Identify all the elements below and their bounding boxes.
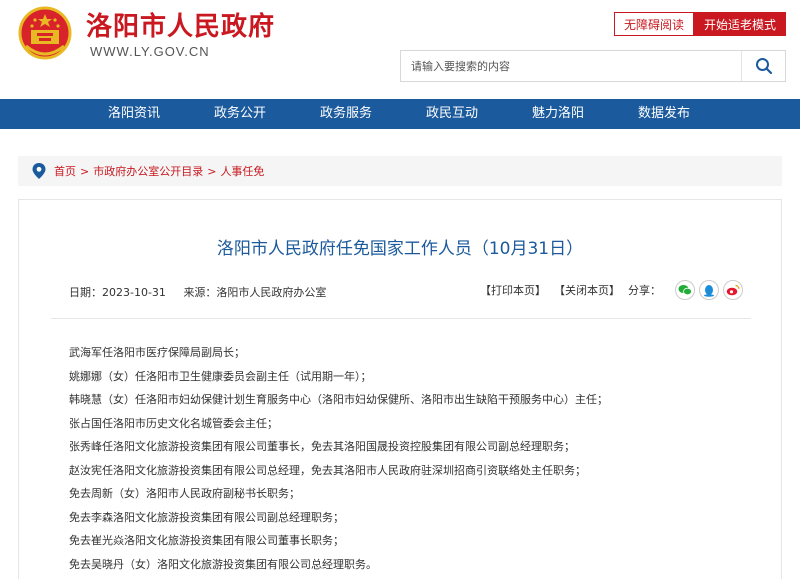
article-paragraph: 免去崔光焱洛阳文化旅游投资集团有限公司董事长职务； <box>69 534 344 547</box>
site-title: 洛阳市人民政府 <box>86 12 276 42</box>
article-tools: 【打印本页】 【关闭本页】 分享： <box>480 280 743 300</box>
accessible-reading-button[interactable]: 无障碍阅读 <box>614 12 694 36</box>
article-title: 洛阳市人民政府任免国家工作人员（10月31日） <box>216 239 584 259</box>
article-paragraph: 张秀峰任洛阳文化旅游投资集团有限公司董事长，免去其洛阳国晟投资控股集团有限公司副… <box>69 440 575 453</box>
elder-mode-button[interactable]: 开始适老模式 <box>694 12 786 36</box>
breadcrumb-directory[interactable]: 市政府办公室公开目录 <box>93 163 203 179</box>
divider <box>51 318 751 319</box>
site-url: WWW.LY.GOV.CN <box>90 44 210 59</box>
nav-item-data[interactable]: 数据发布 <box>611 99 717 129</box>
article-panel: 洛阳市人民政府任免国家工作人员（10月31日） 日期：2023-10-31 来源… <box>18 199 782 579</box>
main-nav: 洛阳资讯 政务公开 政务服务 政民互动 魅力洛阳 数据发布 <box>0 99 800 129</box>
article-date: 日期：2023-10-31 <box>69 286 166 299</box>
article-paragraph: 韩晓慧（女）任洛阳市妇幼保健计划生育服务中心（洛阳市妇幼保健所、洛阳市出生缺陷干… <box>69 393 608 406</box>
breadcrumb-separator: > <box>80 164 90 178</box>
search-icon <box>755 58 772 75</box>
article-paragraph: 免去周新（女）洛阳市人民政府副秘书长职务； <box>69 487 300 500</box>
article-paragraph: 武海军任洛阳市医疗保障局副局长； <box>69 346 245 359</box>
wechat-icon[interactable] <box>675 280 695 300</box>
breadcrumb-home[interactable]: 首页 <box>54 163 76 179</box>
weibo-icon[interactable] <box>723 280 743 300</box>
national-emblem-logo[interactable] <box>18 6 72 62</box>
nav-item-charm[interactable]: 魅力洛阳 <box>505 99 611 129</box>
article-paragraph: 免去吴晓丹（女）洛阳文化旅游投资集团有限公司总经理职务。 <box>69 557 377 571</box>
search-button[interactable] <box>741 51 785 81</box>
article-paragraph: 张占国任洛阳市历史文化名城管委会主任； <box>69 416 278 430</box>
nav-item-news[interactable]: 洛阳资讯 <box>81 99 187 129</box>
top-buttons: 无障碍阅读 开始适老模式 <box>614 12 786 36</box>
search-input[interactable] <box>401 51 741 81</box>
nav-item-open-government[interactable]: 政务公开 <box>187 99 293 129</box>
close-page-link[interactable]: 【关闭本页】 <box>554 282 620 298</box>
article-paragraph: 姚娜娜（女）任洛阳市卫生健康委员会副主任（试用期一年）； <box>69 369 372 383</box>
article-body: 武海军任洛阳市医疗保障局副局长； 姚娜娜（女）任洛阳市卫生健康委员会副主任（试用… <box>69 341 749 576</box>
breadcrumb: 首页 > 市政府办公室公开目录 > 人事任免 <box>18 156 782 186</box>
nav-item-interaction[interactable]: 政民互动 <box>399 99 505 129</box>
article-meta: 日期：2023-10-31 来源：洛阳市人民政府办公室 <box>69 284 340 300</box>
print-page-link[interactable]: 【打印本页】 <box>480 282 546 298</box>
search-box <box>400 50 786 82</box>
site-header: 洛阳市人民政府 WWW.LY.GOV.CN 无障碍阅读 开始适老模式 <box>0 0 800 100</box>
article-paragraph: 赵汝宪任洛阳文化旅游投资集团有限公司总经理，免去其洛阳市人民政府驻深圳招商引资联… <box>69 463 586 477</box>
share-label: 分享： <box>628 284 661 297</box>
location-pin-icon <box>32 163 46 179</box>
article-source: 来源：洛阳市人民政府办公室 <box>183 286 327 299</box>
article-paragraph: 免去李森洛阳文化旅游投资集团有限公司副总经理职务； <box>69 510 344 524</box>
nav-item-services[interactable]: 政务服务 <box>293 99 399 129</box>
qq-icon[interactable] <box>699 280 719 300</box>
breadcrumb-separator: > <box>207 164 217 178</box>
breadcrumb-current[interactable]: 人事任免 <box>220 163 264 179</box>
